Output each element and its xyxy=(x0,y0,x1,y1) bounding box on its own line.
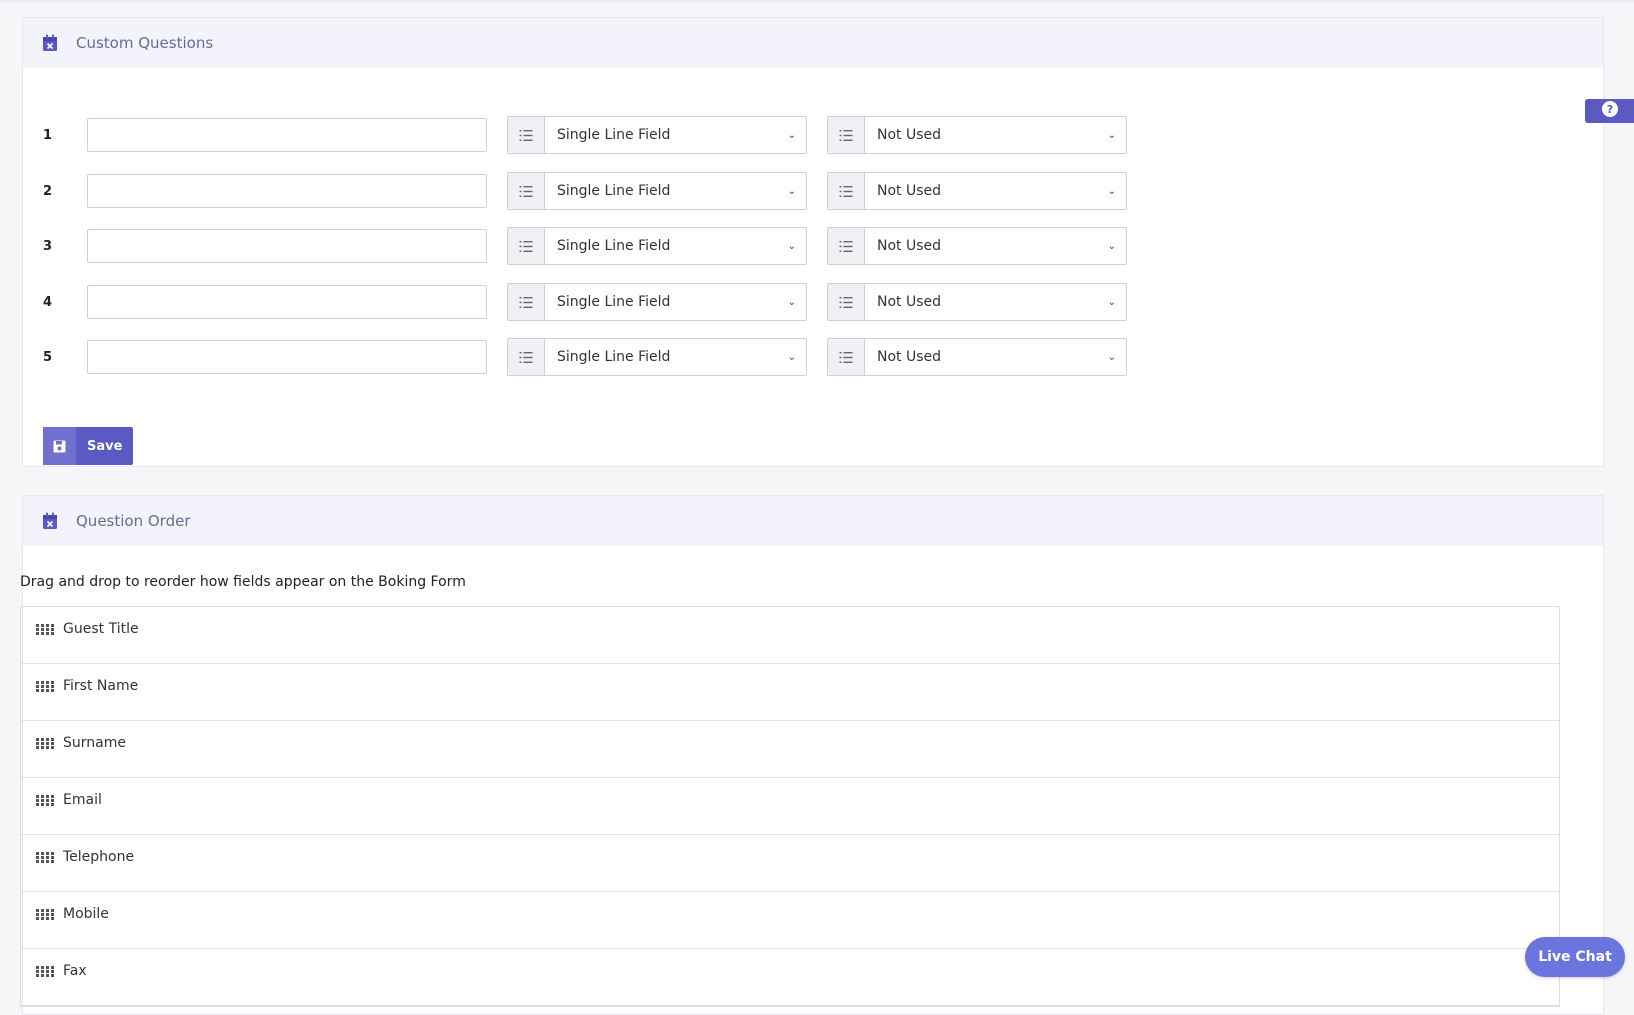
list-icon xyxy=(508,228,545,264)
usage-value: Not Used xyxy=(877,294,942,310)
chevron-down-icon: ⌄ xyxy=(787,185,796,197)
question-order-item-label: Email xyxy=(63,792,102,808)
custom-questions-title: Custom Questions xyxy=(76,34,214,52)
custom-question-row: 5 Single Line Field ⌄ Not Used ⌄ xyxy=(43,338,1147,376)
question-text-input[interactable] xyxy=(87,340,487,374)
list-icon xyxy=(828,228,865,264)
question-order-header: Question Order xyxy=(23,496,1603,546)
list-icon xyxy=(828,339,865,375)
question-order-item[interactable]: Guest Title xyxy=(21,607,1559,664)
question-text-input[interactable] xyxy=(87,174,487,208)
drag-handle-icon[interactable] xyxy=(36,737,55,753)
question-circle-icon: ? xyxy=(1601,100,1619,122)
question-order-item-label: Guest Title xyxy=(63,621,139,637)
usage-select[interactable]: Not Used ⌄ xyxy=(827,338,1127,376)
question-order-description: Drag and drop to reorder how fields appe… xyxy=(20,574,466,590)
question-order-item[interactable]: First Name xyxy=(21,664,1559,721)
question-text-input[interactable] xyxy=(87,285,487,319)
list-icon xyxy=(508,339,545,375)
list-icon xyxy=(828,117,865,153)
question-order-item-label: Mobile xyxy=(63,906,109,922)
floppy-disk-icon xyxy=(43,427,76,465)
calendar-x-icon xyxy=(42,34,58,52)
chevron-down-icon: ⌄ xyxy=(1107,351,1116,363)
chevron-down-icon: ⌄ xyxy=(787,129,796,141)
chevron-down-icon: ⌄ xyxy=(787,240,796,252)
svg-text:?: ? xyxy=(1606,103,1612,116)
live-chat-button[interactable]: Live Chat xyxy=(1525,937,1625,977)
question-order-item[interactable]: Telephone xyxy=(21,835,1559,892)
field-type-select[interactable]: Single Line Field ⌄ xyxy=(507,172,807,210)
save-button-label: Save xyxy=(87,438,123,454)
question-order-item-label: Telephone xyxy=(63,849,135,865)
chevron-down-icon: ⌄ xyxy=(1107,296,1116,308)
save-button[interactable]: Save xyxy=(43,427,133,465)
chevron-down-icon: ⌄ xyxy=(787,351,796,363)
custom-question-row: 2 Single Line Field ⌄ Not Used ⌄ xyxy=(43,172,1147,210)
usage-select[interactable]: Not Used ⌄ xyxy=(827,116,1127,154)
custom-question-row: 3 Single Line Field ⌄ Not Used ⌄ xyxy=(43,227,1147,265)
question-text-input[interactable] xyxy=(87,229,487,263)
question-order-list: Guest Title First Name Surname Email Tel… xyxy=(20,606,1560,1007)
question-number: 1 xyxy=(43,127,53,143)
custom-questions-header: Custom Questions xyxy=(23,18,1603,68)
question-order-item[interactable]: Email xyxy=(21,778,1559,835)
usage-value: Not Used xyxy=(877,183,942,199)
question-order-item[interactable]: Surname xyxy=(21,721,1559,778)
list-icon xyxy=(828,284,865,320)
usage-select[interactable]: Not Used ⌄ xyxy=(827,172,1127,210)
top-border xyxy=(0,0,1634,3)
field-type-select[interactable]: Single Line Field ⌄ xyxy=(507,338,807,376)
question-text-input[interactable] xyxy=(87,118,487,152)
field-type-value: Single Line Field xyxy=(557,294,671,310)
drag-handle-icon[interactable] xyxy=(36,908,55,924)
usage-value: Not Used xyxy=(877,349,942,365)
chevron-down-icon: ⌄ xyxy=(787,296,796,308)
drag-handle-icon[interactable] xyxy=(36,794,55,810)
field-type-select[interactable]: Single Line Field ⌄ xyxy=(507,283,807,321)
question-order-item[interactable]: Fax xyxy=(21,949,1559,1006)
list-icon xyxy=(508,117,545,153)
question-number: 5 xyxy=(43,349,53,365)
question-order-item[interactable]: Mobile xyxy=(21,892,1559,949)
question-order-item-label: First Name xyxy=(63,678,139,694)
question-order-item-label: Fax xyxy=(63,963,87,979)
custom-question-row: 4 Single Line Field ⌄ Not Used ⌄ xyxy=(43,283,1147,321)
drag-handle-icon[interactable] xyxy=(36,623,55,639)
field-type-value: Single Line Field xyxy=(557,238,671,254)
list-icon xyxy=(508,173,545,209)
field-type-value: Single Line Field xyxy=(557,349,671,365)
question-number: 3 xyxy=(43,238,53,254)
question-number: 4 xyxy=(43,294,53,310)
chevron-down-icon: ⌄ xyxy=(1107,185,1116,197)
field-type-select[interactable]: Single Line Field ⌄ xyxy=(507,227,807,265)
chevron-down-icon: ⌄ xyxy=(1107,129,1116,141)
drag-handle-icon[interactable] xyxy=(36,680,55,696)
question-number: 2 xyxy=(43,183,53,199)
custom-question-row: 1 Single Line Field ⌄ Not Used ⌄ xyxy=(43,116,1147,154)
custom-questions-card: Custom Questions 1 Single Line Field ⌄ No… xyxy=(22,17,1604,467)
drag-handle-icon[interactable] xyxy=(36,851,55,867)
drag-handle-icon[interactable] xyxy=(36,965,55,981)
question-order-title: Question Order xyxy=(76,512,191,530)
field-type-select[interactable]: Single Line Field ⌄ xyxy=(507,116,807,154)
list-icon xyxy=(508,284,545,320)
usage-select[interactable]: Not Used ⌄ xyxy=(827,283,1127,321)
field-type-value: Single Line Field xyxy=(557,183,671,199)
help-button[interactable]: ? xyxy=(1585,99,1634,123)
usage-select[interactable]: Not Used ⌄ xyxy=(827,227,1127,265)
calendar-x-icon xyxy=(42,512,58,530)
usage-value: Not Used xyxy=(877,238,942,254)
field-type-value: Single Line Field xyxy=(557,127,671,143)
list-icon xyxy=(828,173,865,209)
chevron-down-icon: ⌄ xyxy=(1107,240,1116,252)
question-order-item-label: Surname xyxy=(63,735,126,751)
usage-value: Not Used xyxy=(877,127,942,143)
